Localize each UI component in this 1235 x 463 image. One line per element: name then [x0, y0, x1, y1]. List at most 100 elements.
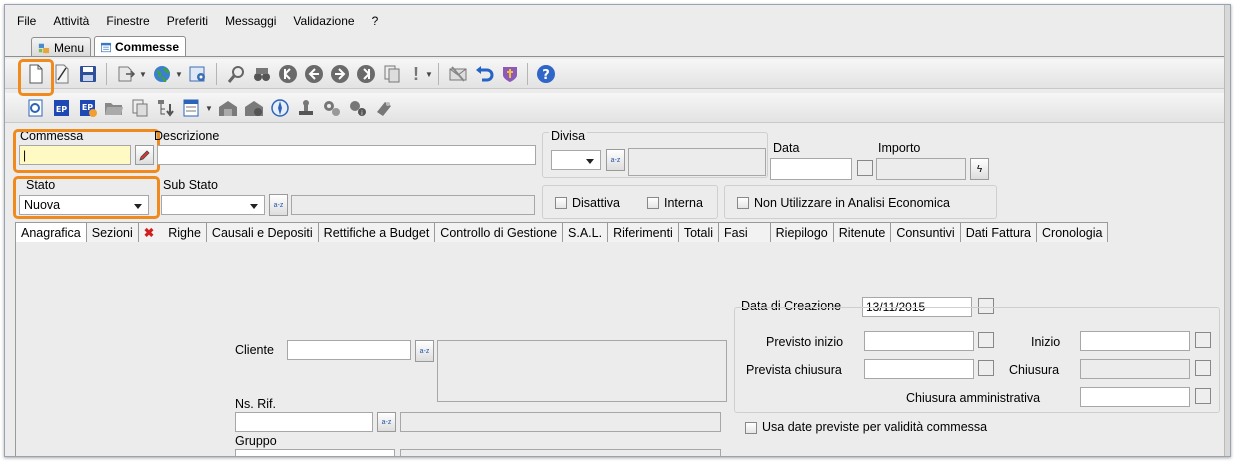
menu-messaggi[interactable]: Messaggi — [225, 14, 276, 28]
export-dropdown-icon[interactable]: ▼ — [139, 70, 147, 79]
ep-button[interactable]: EP — [51, 97, 73, 119]
tab-anagrafica[interactable]: Anagrafica — [15, 222, 87, 242]
menu-preferiti[interactable]: Preferiti — [167, 14, 208, 28]
non-utilizzare-checkbox[interactable] — [737, 197, 749, 209]
tab-causali-depositi[interactable]: Causali e Depositi — [206, 222, 319, 242]
anagrafica-panel: Cliente a-z Ns. Rif. a-z Gruppo Data di … — [15, 242, 1227, 456]
export-button[interactable] — [115, 63, 137, 85]
chiusura-amministrativa-input[interactable] — [1080, 387, 1190, 407]
previsto-inizio-calendar-icon[interactable] — [978, 332, 994, 348]
gears-button[interactable] — [321, 97, 343, 119]
tab-totali[interactable]: Totali — [678, 222, 720, 242]
cliente-input[interactable] — [287, 340, 411, 360]
pin-button[interactable] — [373, 97, 395, 119]
save-button[interactable] — [77, 63, 99, 85]
stamp-button[interactable] — [295, 97, 317, 119]
tab-commesse[interactable]: Commesse — [94, 36, 186, 57]
settings-document-button[interactable] — [187, 63, 209, 85]
importo-calc-button[interactable]: ϟ — [970, 158, 989, 180]
commessa-edit-button[interactable] — [135, 145, 154, 165]
tree-expand-button[interactable] — [155, 97, 177, 119]
permissions-button[interactable] — [499, 63, 521, 85]
menu-attivita[interactable]: Attività — [53, 14, 89, 28]
prevista-chiusura-input[interactable] — [864, 359, 974, 379]
table-dropdown-icon[interactable]: ▼ — [205, 104, 213, 113]
usa-date-checkbox[interactable] — [745, 422, 757, 434]
gruppo-select[interactable] — [235, 449, 395, 456]
descrizione-input[interactable] — [157, 145, 536, 165]
disattiva-label: Disattiva — [572, 196, 620, 210]
table-button[interactable] — [181, 97, 203, 119]
chiusura-amministrativa-calendar-icon[interactable] — [1195, 388, 1211, 404]
inizio-input[interactable] — [1080, 331, 1190, 351]
ep-document-icon: EP — [54, 100, 69, 116]
tab-riferimenti[interactable]: Riferimenti — [608, 222, 679, 242]
preview-button[interactable] — [25, 97, 47, 119]
warehouse-alt-button[interactable] — [243, 97, 265, 119]
menu-file[interactable]: File — [17, 14, 36, 28]
interna-checkbox[interactable] — [647, 197, 659, 209]
alert-button[interactable]: ! — [405, 63, 427, 85]
tab-consuntivi[interactable]: Consuntivi — [891, 222, 961, 242]
last-record-button[interactable] — [355, 63, 377, 85]
chiusura-calendar-icon[interactable] — [1195, 360, 1211, 376]
svg-text:EP: EP — [56, 105, 67, 114]
documents-button[interactable] — [381, 63, 403, 85]
compass-button[interactable] — [269, 97, 291, 119]
ep-export-button[interactable]: EP — [77, 97, 99, 119]
search-button[interactable] — [225, 63, 247, 85]
help-button[interactable]: ? — [535, 63, 557, 85]
copy-button[interactable] — [129, 97, 151, 119]
substato-description — [291, 195, 535, 215]
stato-label: Stato — [26, 178, 56, 192]
tab-menu[interactable]: Menu — [31, 37, 91, 57]
divisa-lookup-button[interactable]: a-z — [606, 149, 625, 171]
stato-select[interactable]: Nuova — [19, 195, 149, 215]
tab-dati-fattura[interactable]: Dati Fattura — [960, 222, 1038, 242]
header-form: Commessa | Descrizione Divisa a-z Data I… — [5, 126, 1230, 221]
first-record-button[interactable] — [277, 63, 299, 85]
inizio-calendar-icon[interactable] — [1195, 332, 1211, 348]
disattiva-checkbox[interactable] — [555, 197, 567, 209]
binoculars-button[interactable] — [251, 63, 273, 85]
menu-finestre[interactable]: Finestre — [106, 14, 149, 28]
chiusura-label: Chiusura — [1009, 363, 1060, 377]
cancel-mail-button[interactable] — [447, 63, 469, 85]
data-input[interactable] — [770, 158, 852, 180]
gears-info-icon: i — [350, 101, 366, 117]
tab-sezioni[interactable]: Sezioni — [86, 222, 139, 242]
open-folder-button[interactable] — [103, 97, 125, 119]
previous-record-button[interactable] — [303, 63, 325, 85]
new-document-button[interactable] — [25, 63, 47, 85]
previsto-inizio-input[interactable] — [864, 331, 974, 351]
tab-ritenute[interactable]: Ritenute — [833, 222, 892, 242]
tab-riepilogo[interactable]: Riepilogo — [770, 222, 834, 242]
importo-label: Importo — [878, 141, 921, 155]
substato-select[interactable] — [161, 195, 265, 215]
globe-button[interactable] — [151, 63, 173, 85]
warehouse-button[interactable] — [217, 97, 239, 119]
tab-righe[interactable]: ✖ Righe — [138, 222, 207, 242]
menu-validazione[interactable]: Validazione — [293, 14, 354, 28]
tab-sal[interactable]: S.A.L. — [563, 222, 609, 242]
menu-help[interactable]: ? — [372, 14, 379, 28]
tab-cronologia[interactable]: Cronologia — [1037, 222, 1109, 242]
commessa-input[interactable]: | — [19, 145, 131, 165]
stacked-documents-icon — [384, 65, 400, 83]
divisa-select[interactable] — [551, 150, 601, 170]
cliente-lookup-button[interactable]: a-z — [415, 340, 434, 362]
tab-rettifiche-budget[interactable]: Rettifiche a Budget — [318, 222, 436, 242]
tab-controllo-gestione[interactable]: Controllo di Gestione — [435, 222, 564, 242]
prevista-chiusura-calendar-icon[interactable] — [978, 360, 994, 376]
edit-document-button[interactable] — [51, 63, 73, 85]
alert-dropdown-icon[interactable]: ▼ — [425, 70, 433, 79]
undo-button[interactable] — [473, 63, 495, 85]
tab-fasi[interactable]: Fasi — [719, 222, 771, 242]
globe-dropdown-icon[interactable]: ▼ — [175, 70, 183, 79]
nsrif-input[interactable] — [235, 412, 373, 432]
nsrif-lookup-button[interactable]: a-z — [377, 412, 396, 432]
data-calendar-icon[interactable] — [857, 160, 873, 176]
gears-info-button[interactable]: i — [347, 97, 369, 119]
next-record-button[interactable] — [329, 63, 351, 85]
substato-lookup-button[interactable]: a-z — [269, 194, 288, 216]
